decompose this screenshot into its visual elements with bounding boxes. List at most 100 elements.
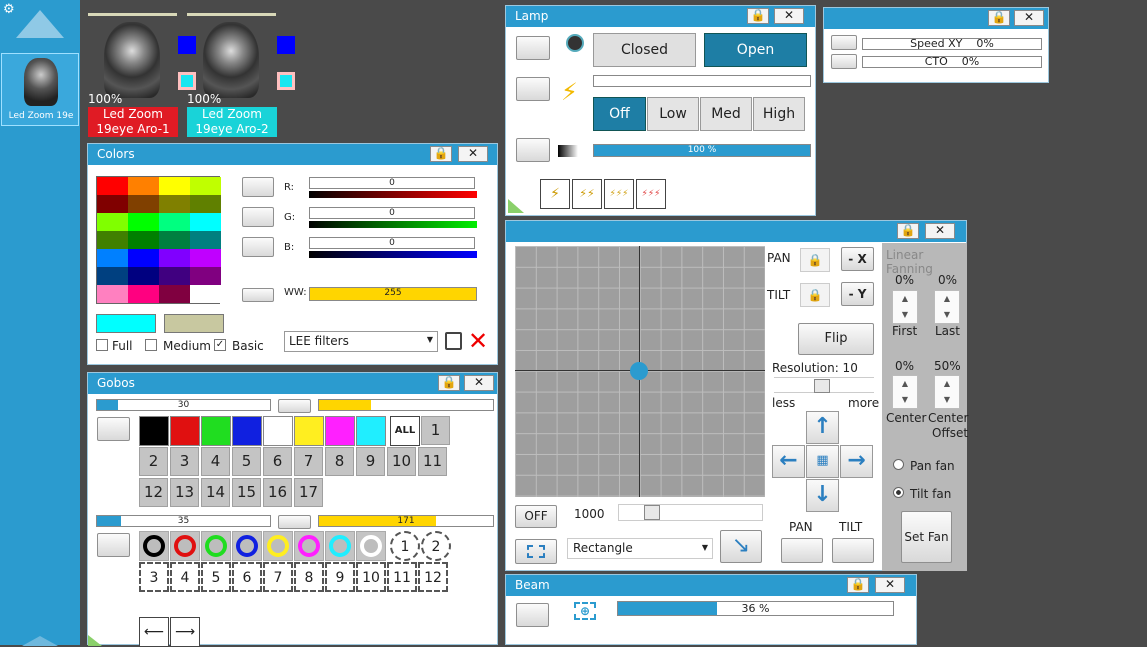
gobo-slot[interactable]: 10 — [356, 562, 386, 592]
full-checkbox[interactable] — [96, 339, 108, 351]
delete-icon[interactable]: ✕ — [468, 327, 488, 355]
shape-direction-button[interactable]: ↘ — [720, 530, 762, 563]
gobo-slot[interactable]: 1 — [421, 416, 450, 445]
gobo-wheel1-bar[interactable]: 30 — [96, 399, 271, 411]
color-swatch[interactable] — [128, 285, 159, 303]
gobo-slot[interactable]: 3 — [170, 447, 199, 476]
beam-bar[interactable]: 36 % — [617, 601, 894, 616]
gobo-color-4[interactable] — [232, 416, 262, 446]
color-swatch[interactable] — [159, 177, 190, 195]
gobo-wheel2-open-button[interactable] — [97, 533, 130, 557]
shape-select[interactable]: Rectangle ▼ — [567, 538, 713, 559]
gobo-slot[interactable]: 12 — [418, 562, 448, 592]
color-swatch[interactable] — [159, 285, 190, 303]
sidebar-fixture[interactable]: Led Zoom 19e — [1, 53, 79, 126]
gobo-slot[interactable]: 4 — [170, 562, 200, 592]
g-slider[interactable] — [309, 221, 477, 228]
resize-grip-icon[interactable] — [508, 199, 524, 213]
gobo-slot[interactable]: 8 — [325, 447, 354, 476]
save-icon[interactable] — [445, 332, 462, 350]
center-spinner[interactable]: ▲ ▼ — [892, 375, 918, 409]
gobo-wheel1-button[interactable] — [278, 399, 311, 413]
slider-thumb[interactable] — [644, 505, 660, 520]
gobo-color-6[interactable] — [294, 416, 324, 446]
arrow-down-icon[interactable]: ↓ — [806, 479, 839, 512]
b-slider[interactable] — [309, 251, 477, 258]
gobo-ring-6[interactable] — [294, 531, 324, 561]
close-button[interactable]: ✕ — [458, 146, 488, 162]
color-swatch[interactable] — [159, 213, 190, 231]
last-spinner[interactable]: ▲ ▼ — [934, 290, 960, 324]
color-swatch[interactable] — [190, 177, 221, 195]
cto-bar[interactable]: CTO 0% — [862, 56, 1042, 68]
gobo-slot[interactable]: 8 — [294, 562, 324, 592]
close-button[interactable]: ✕ — [464, 375, 494, 391]
gobo-slot[interactable]: 6 — [263, 447, 292, 476]
strobe-speed-1-icon[interactable]: ⚡ — [540, 179, 570, 209]
tilt-fan-radio[interactable] — [893, 487, 904, 498]
color-swatch[interactable] — [128, 267, 159, 285]
arrow-left-icon[interactable]: ← — [772, 445, 805, 478]
color-swatch[interactable] — [128, 195, 159, 213]
color-swatch[interactable] — [190, 249, 221, 267]
ww-bar[interactable]: 255 — [309, 287, 477, 301]
r-slider[interactable] — [309, 191, 477, 198]
center-icon[interactable]: ▦ — [806, 445, 839, 478]
lock-icon[interactable]: 🔒 — [430, 146, 452, 162]
gobo-slot[interactable]: 3 — [139, 562, 169, 592]
gobo-slot[interactable]: 7 — [294, 447, 323, 476]
gobo-slot[interactable]: 11 — [387, 562, 417, 592]
gobo-slot[interactable]: 2 — [139, 447, 168, 476]
flip-button[interactable]: Flip — [798, 323, 874, 355]
tilt-lock-icon[interactable]: 🔒 — [800, 283, 830, 307]
minus-y-button[interactable]: - Y — [841, 282, 874, 306]
color-swatch[interactable] — [97, 267, 128, 285]
gobo-color-2[interactable] — [170, 416, 200, 446]
med-button[interactable]: Med — [700, 97, 752, 131]
color-swatch[interactable] — [128, 177, 159, 195]
color-swatch[interactable] — [97, 213, 128, 231]
r-button[interactable] — [242, 177, 274, 197]
gobo-ring-4[interactable] — [232, 531, 262, 561]
close-button[interactable]: ✕ — [774, 8, 804, 24]
pan-lock-icon[interactable]: 🔒 — [800, 248, 830, 272]
strobe-button[interactable] — [516, 77, 550, 101]
set-fan-button[interactable]: Set Fan — [901, 511, 952, 563]
fixture-1-button[interactable]: Led Zoom 19eye Aro-1 — [88, 107, 178, 137]
speed-button[interactable] — [831, 35, 857, 50]
resolution-slider[interactable] — [774, 377, 874, 393]
closed-button[interactable]: Closed — [593, 33, 696, 67]
shape-select-icon[interactable] — [515, 539, 557, 564]
g-button[interactable] — [242, 207, 274, 227]
b-button[interactable] — [242, 237, 274, 257]
gobo-slot[interactable]: 17 — [294, 478, 323, 507]
gobo-wheel2-button[interactable] — [278, 515, 311, 529]
color-swatch[interactable] — [97, 177, 128, 195]
lock-icon[interactable]: 🔒 — [897, 223, 919, 239]
color-swatch[interactable] — [128, 213, 159, 231]
gobo-color-8[interactable] — [356, 416, 386, 446]
gobo-slot[interactable]: 15 — [232, 478, 261, 507]
gear-icon[interactable]: ⚙ — [3, 2, 15, 17]
close-button[interactable]: ✕ — [1014, 10, 1044, 26]
gobo-slot[interactable]: 13 — [170, 478, 199, 507]
lock-icon[interactable]: 🔒 — [847, 577, 869, 593]
gobo-ring-5[interactable] — [263, 531, 293, 561]
beam-button[interactable] — [516, 603, 549, 627]
gobo-slot[interactable]: 10 — [387, 447, 416, 476]
r-value[interactable]: 0 — [309, 177, 475, 189]
gobo-slot[interactable]: 5 — [201, 562, 231, 592]
dimmer-button[interactable] — [516, 138, 550, 162]
effect-off-button[interactable]: OFF — [515, 505, 557, 528]
gobo-ring-2[interactable] — [170, 531, 200, 561]
gobo-slot[interactable]: 12 — [139, 478, 168, 507]
color-swatch[interactable] — [159, 231, 190, 249]
color-swatch[interactable] — [159, 249, 190, 267]
gobo-color-1[interactable] — [139, 416, 169, 446]
resize-grip-icon[interactable] — [88, 635, 102, 646]
color-swatch[interactable] — [190, 213, 221, 231]
rotate-left-icon[interactable]: ⟵ — [139, 617, 169, 647]
gobo-ring-1[interactable] — [139, 531, 169, 561]
color-swatch[interactable] — [190, 195, 221, 213]
gobo-slot[interactable]: 16 — [263, 478, 292, 507]
